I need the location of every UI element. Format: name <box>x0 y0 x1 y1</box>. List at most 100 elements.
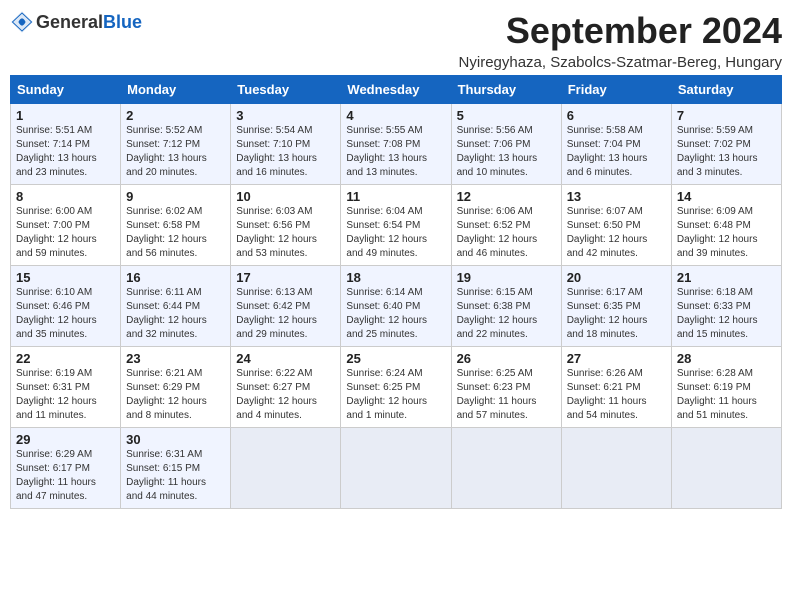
day-detail: Sunrise: 6:14 AM Sunset: 6:40 PM Dayligh… <box>346 286 445 342</box>
day-detail: Sunrise: 6:15 AM Sunset: 6:38 PM Dayligh… <box>457 286 556 342</box>
calendar-cell: 29Sunrise: 6:29 AM Sunset: 6:17 PM Dayli… <box>11 428 121 509</box>
calendar-cell <box>231 428 341 509</box>
day-detail: Sunrise: 5:51 AM Sunset: 7:14 PM Dayligh… <box>16 124 115 180</box>
calendar-cell: 8Sunrise: 6:00 AM Sunset: 7:00 PM Daylig… <box>11 185 121 266</box>
title-area: September 2024 Nyiregyhaza, Szabolcs-Sza… <box>459 10 782 71</box>
day-number: 26 <box>457 351 556 366</box>
calendar-cell: 11Sunrise: 6:04 AM Sunset: 6:54 PM Dayli… <box>341 185 451 266</box>
day-number: 6 <box>567 108 666 123</box>
day-number: 3 <box>236 108 335 123</box>
calendar-week-row: 8Sunrise: 6:00 AM Sunset: 7:00 PM Daylig… <box>11 185 782 266</box>
page-header: GeneralBlue September 2024 Nyiregyhaza, … <box>10 10 782 71</box>
day-number: 10 <box>236 189 335 204</box>
day-detail: Sunrise: 6:06 AM Sunset: 6:52 PM Dayligh… <box>457 205 556 261</box>
calendar-cell: 23Sunrise: 6:21 AM Sunset: 6:29 PM Dayli… <box>121 347 231 428</box>
day-detail: Sunrise: 6:22 AM Sunset: 6:27 PM Dayligh… <box>236 367 335 423</box>
day-number: 30 <box>126 432 225 447</box>
calendar-cell: 1Sunrise: 5:51 AM Sunset: 7:14 PM Daylig… <box>11 104 121 185</box>
calendar-cell: 17Sunrise: 6:13 AM Sunset: 6:42 PM Dayli… <box>231 266 341 347</box>
day-detail: Sunrise: 6:11 AM Sunset: 6:44 PM Dayligh… <box>126 286 225 342</box>
day-number: 29 <box>16 432 115 447</box>
day-number: 12 <box>457 189 556 204</box>
day-number: 2 <box>126 108 225 123</box>
col-header-wednesday: Wednesday <box>341 76 451 104</box>
day-number: 13 <box>567 189 666 204</box>
col-header-friday: Friday <box>561 76 671 104</box>
day-number: 7 <box>677 108 776 123</box>
day-number: 25 <box>346 351 445 366</box>
day-detail: Sunrise: 6:09 AM Sunset: 6:48 PM Dayligh… <box>677 205 776 261</box>
calendar-cell <box>451 428 561 509</box>
day-number: 21 <box>677 270 776 285</box>
day-detail: Sunrise: 6:17 AM Sunset: 6:35 PM Dayligh… <box>567 286 666 342</box>
logo-wordmark: GeneralBlue <box>36 12 142 33</box>
calendar-cell: 28Sunrise: 6:28 AM Sunset: 6:19 PM Dayli… <box>671 347 781 428</box>
day-detail: Sunrise: 6:13 AM Sunset: 6:42 PM Dayligh… <box>236 286 335 342</box>
calendar-week-row: 1Sunrise: 5:51 AM Sunset: 7:14 PM Daylig… <box>11 104 782 185</box>
day-detail: Sunrise: 6:24 AM Sunset: 6:25 PM Dayligh… <box>346 367 445 423</box>
logo-general-text: General <box>36 12 103 32</box>
month-title: September 2024 <box>459 10 782 52</box>
calendar-cell: 18Sunrise: 6:14 AM Sunset: 6:40 PM Dayli… <box>341 266 451 347</box>
calendar-cell: 30Sunrise: 6:31 AM Sunset: 6:15 PM Dayli… <box>121 428 231 509</box>
calendar-cell: 22Sunrise: 6:19 AM Sunset: 6:31 PM Dayli… <box>11 347 121 428</box>
day-detail: Sunrise: 6:29 AM Sunset: 6:17 PM Dayligh… <box>16 448 115 504</box>
day-detail: Sunrise: 6:19 AM Sunset: 6:31 PM Dayligh… <box>16 367 115 423</box>
day-number: 17 <box>236 270 335 285</box>
calendar-cell: 10Sunrise: 6:03 AM Sunset: 6:56 PM Dayli… <box>231 185 341 266</box>
col-header-tuesday: Tuesday <box>231 76 341 104</box>
col-header-monday: Monday <box>121 76 231 104</box>
day-detail: Sunrise: 6:31 AM Sunset: 6:15 PM Dayligh… <box>126 448 225 504</box>
day-detail: Sunrise: 6:03 AM Sunset: 6:56 PM Dayligh… <box>236 205 335 261</box>
calendar-cell: 15Sunrise: 6:10 AM Sunset: 6:46 PM Dayli… <box>11 266 121 347</box>
day-number: 16 <box>126 270 225 285</box>
col-header-saturday: Saturday <box>671 76 781 104</box>
calendar-cell: 12Sunrise: 6:06 AM Sunset: 6:52 PM Dayli… <box>451 185 561 266</box>
day-number: 1 <box>16 108 115 123</box>
day-detail: Sunrise: 6:07 AM Sunset: 6:50 PM Dayligh… <box>567 205 666 261</box>
calendar-cell: 5Sunrise: 5:56 AM Sunset: 7:06 PM Daylig… <box>451 104 561 185</box>
day-number: 23 <box>126 351 225 366</box>
calendar-cell: 21Sunrise: 6:18 AM Sunset: 6:33 PM Dayli… <box>671 266 781 347</box>
day-detail: Sunrise: 6:02 AM Sunset: 6:58 PM Dayligh… <box>126 205 225 261</box>
day-detail: Sunrise: 5:56 AM Sunset: 7:06 PM Dayligh… <box>457 124 556 180</box>
calendar-cell: 3Sunrise: 5:54 AM Sunset: 7:10 PM Daylig… <box>231 104 341 185</box>
day-detail: Sunrise: 6:28 AM Sunset: 6:19 PM Dayligh… <box>677 367 776 423</box>
day-detail: Sunrise: 6:26 AM Sunset: 6:21 PM Dayligh… <box>567 367 666 423</box>
day-detail: Sunrise: 6:10 AM Sunset: 6:46 PM Dayligh… <box>16 286 115 342</box>
day-number: 9 <box>126 189 225 204</box>
col-header-sunday: Sunday <box>11 76 121 104</box>
calendar-cell: 7Sunrise: 5:59 AM Sunset: 7:02 PM Daylig… <box>671 104 781 185</box>
day-number: 18 <box>346 270 445 285</box>
day-number: 11 <box>346 189 445 204</box>
day-number: 5 <box>457 108 556 123</box>
calendar-cell <box>671 428 781 509</box>
calendar-cell: 26Sunrise: 6:25 AM Sunset: 6:23 PM Dayli… <box>451 347 561 428</box>
location-title: Nyiregyhaza, Szabolcs-Szatmar-Bereg, Hun… <box>459 54 782 71</box>
calendar-week-row: 15Sunrise: 6:10 AM Sunset: 6:46 PM Dayli… <box>11 266 782 347</box>
day-detail: Sunrise: 6:04 AM Sunset: 6:54 PM Dayligh… <box>346 205 445 261</box>
calendar-table: SundayMondayTuesdayWednesdayThursdayFrid… <box>10 75 782 509</box>
day-detail: Sunrise: 5:54 AM Sunset: 7:10 PM Dayligh… <box>236 124 335 180</box>
calendar-cell: 9Sunrise: 6:02 AM Sunset: 6:58 PM Daylig… <box>121 185 231 266</box>
day-number: 27 <box>567 351 666 366</box>
calendar-cell: 2Sunrise: 5:52 AM Sunset: 7:12 PM Daylig… <box>121 104 231 185</box>
day-number: 24 <box>236 351 335 366</box>
day-detail: Sunrise: 5:55 AM Sunset: 7:08 PM Dayligh… <box>346 124 445 180</box>
day-number: 14 <box>677 189 776 204</box>
day-number: 20 <box>567 270 666 285</box>
calendar-week-row: 22Sunrise: 6:19 AM Sunset: 6:31 PM Dayli… <box>11 347 782 428</box>
day-number: 4 <box>346 108 445 123</box>
day-number: 28 <box>677 351 776 366</box>
day-number: 8 <box>16 189 115 204</box>
calendar-cell: 6Sunrise: 5:58 AM Sunset: 7:04 PM Daylig… <box>561 104 671 185</box>
calendar-cell: 24Sunrise: 6:22 AM Sunset: 6:27 PM Dayli… <box>231 347 341 428</box>
day-detail: Sunrise: 5:52 AM Sunset: 7:12 PM Dayligh… <box>126 124 225 180</box>
calendar-cell: 20Sunrise: 6:17 AM Sunset: 6:35 PM Dayli… <box>561 266 671 347</box>
logo-icon <box>10 10 34 34</box>
day-number: 22 <box>16 351 115 366</box>
day-detail: Sunrise: 6:00 AM Sunset: 7:00 PM Dayligh… <box>16 205 115 261</box>
day-number: 15 <box>16 270 115 285</box>
calendar-cell: 14Sunrise: 6:09 AM Sunset: 6:48 PM Dayli… <box>671 185 781 266</box>
day-number: 19 <box>457 270 556 285</box>
